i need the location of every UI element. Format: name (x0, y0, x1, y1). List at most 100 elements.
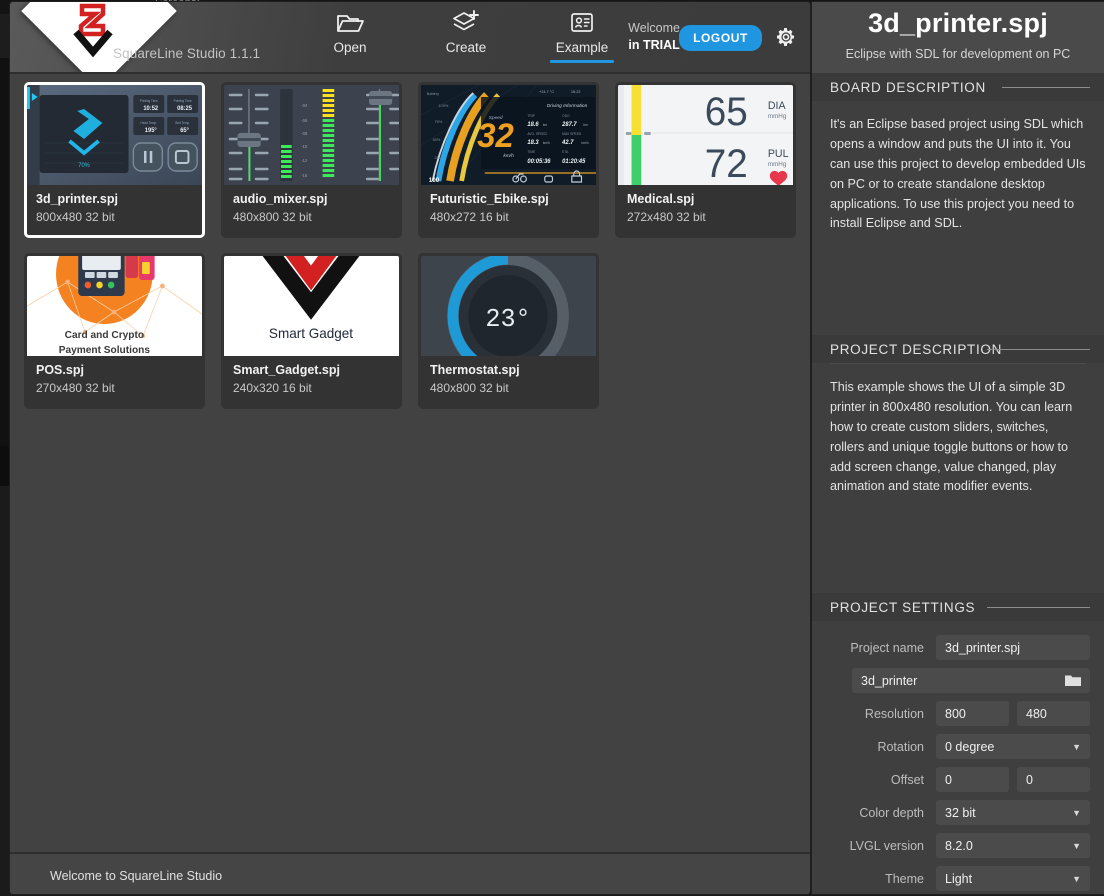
welcome-line1: Welcome (628, 21, 680, 35)
nav-example[interactable]: Example (542, 8, 622, 63)
example-card-subtitle: 480x800 32 bit (430, 381, 509, 395)
welcome-block: Welcome in TRIAL (628, 20, 680, 54)
example-card-subtitle: 480x272 16 bit (430, 210, 509, 224)
layers-plus-icon (451, 8, 481, 38)
offset-y-input[interactable]: 0 (1017, 767, 1090, 792)
nav-open[interactable]: Open (310, 8, 390, 59)
svg-text:-12: -12 (301, 158, 308, 163)
gear-icon[interactable] (776, 27, 796, 47)
example-card-meta: POS.spj 270x480 32 bit (27, 356, 202, 406)
examples-grid: 70% Printing Time 10:52 Printing Time 08… (24, 82, 804, 409)
project-settings-form: Project name 3d_printer.spj 3d_printer R… (812, 621, 1104, 894)
row-lvgl-version: LVGL version 8.2.0 ▼ (826, 833, 1090, 858)
svg-text:-10: -10 (301, 144, 308, 149)
folder-icon[interactable] (1065, 674, 1081, 687)
example-card-subtitle: 480x800 32 bit (233, 210, 312, 224)
statusbar: Welcome to SquareLine Studio (10, 854, 810, 894)
svg-text:10:52: 10:52 (143, 106, 159, 112)
rotation-value: 0 degree (945, 739, 995, 754)
svg-text:Payment Solutions: Payment Solutions (59, 345, 151, 356)
svg-text:01:20:45: 01:20:45 (562, 159, 586, 165)
example-card-pos[interactable]: Card and Crypto Payment Solutions POS.sp… (24, 253, 205, 409)
board-description-body: It's an Eclipse based project using SDL … (812, 101, 1104, 335)
example-card-title: POS.spj (36, 363, 84, 377)
offset-label: Offset (890, 772, 924, 787)
lvgl-version-select[interactable]: 8.2.0 ▼ (936, 833, 1090, 858)
svg-text:-04: -04 (301, 103, 308, 108)
statusbar-message: Welcome to SquareLine Studio (50, 869, 223, 883)
board-description-header: BOARD DESCRIPTION (812, 73, 1104, 101)
lvgl-version-label: LVGL version (849, 838, 924, 853)
window-header: SquareLine Studio 1.1.1 Open Create Exam… (10, 2, 810, 89)
resolution-width-input[interactable]: 800 (936, 701, 1009, 726)
svg-text:-16: -16 (301, 173, 308, 178)
chevron-down-icon: ▼ (1072, 873, 1081, 884)
logout-button[interactable]: LOGOUT (679, 25, 762, 51)
rotation-label: Rotation (877, 739, 924, 754)
svg-text:-08: -08 (301, 131, 308, 136)
rotation-select[interactable]: 0 degree ▼ (936, 734, 1090, 759)
section-rule (987, 607, 1090, 608)
example-card-medical[interactable]: 65 DIA mmHg 72 PUL mmHg Medical.spj 272x… (615, 82, 796, 238)
project-description-text: This example shows the UI of a simple 3D… (830, 380, 1073, 494)
example-card-title: 3d_printer.spj (36, 192, 118, 206)
section-rule (987, 349, 1090, 350)
theme-select[interactable]: Light ▼ (936, 866, 1090, 891)
nav-create-label: Create (445, 40, 487, 55)
svg-text:18.6: 18.6 (527, 122, 539, 128)
svg-text:Smart Gadget: Smart Gadget (269, 326, 353, 341)
svg-text:TRIP: TRIP (527, 114, 535, 118)
nav-create[interactable]: Create (426, 8, 506, 59)
svg-text:Bed Temp.: Bed Temp. (175, 121, 190, 125)
id-card-icon (568, 8, 596, 38)
example-card-meta: Futuristic_Ebike.spj 480x272 16 bit (421, 185, 596, 235)
details-subtitle: Eclipse with SDL for development on PC (845, 47, 1071, 61)
example-card-title: Smart_Gadget.spj (233, 363, 340, 377)
example-card-subtitle: 272x480 32 bit (627, 210, 706, 224)
color-depth-label: Color depth (859, 805, 924, 820)
svg-text:Head Temp.: Head Temp. (141, 121, 158, 125)
row-theme: Theme Light ▼ (826, 866, 1090, 891)
example-thumbnail: 23° (421, 256, 596, 356)
project-path-value: 3d_printer (861, 673, 918, 688)
resolution-height-input[interactable]: 480 (1017, 701, 1090, 726)
project-description-header: PROJECT DESCRIPTION (812, 335, 1104, 363)
svg-text:08:25: 08:25 (177, 106, 193, 112)
example-thumbnail: Card and Crypto Payment Solutions (27, 256, 202, 356)
svg-text:mmHg: mmHg (768, 161, 787, 168)
nav-example-label: Example (555, 40, 609, 55)
color-depth-select[interactable]: 32 bit ▼ (936, 800, 1090, 825)
project-path-input[interactable]: 3d_printer (852, 668, 1090, 693)
project-description-body: This example shows the UI of a simple 3D… (830, 363, 1086, 593)
svg-text:287.7: 287.7 (561, 122, 577, 128)
svg-text:100%: 100% (438, 103, 448, 108)
theme-value: Light (945, 871, 973, 886)
svg-text:50%: 50% (433, 137, 441, 142)
svg-text:15:22: 15:22 (571, 89, 581, 94)
svg-text:65: 65 (705, 89, 748, 134)
example-thumbnail: 65 DIA mmHg 72 PUL mmHg (618, 85, 793, 185)
row-resolution: Resolution 800 480 (826, 701, 1090, 726)
example-card-3d-printer[interactable]: 70% Printing Time 10:52 Printing Time 08… (24, 82, 205, 238)
svg-text:+24.7 °C: +24.7 °C (539, 89, 554, 94)
example-card-meta: Smart_Gadget.spj 240x320 16 bit (224, 356, 399, 406)
project-name-input[interactable]: 3d_printer.spj (936, 635, 1090, 660)
offset-x-input[interactable]: 0 (936, 767, 1009, 792)
project-description-title: PROJECT DESCRIPTION (830, 341, 1003, 357)
board-description-text: It's an Eclipse based project using SDL … (830, 117, 1086, 231)
row-offset: Offset 0 0 (826, 767, 1090, 792)
example-thumbnail: 70% Printing Time 10:52 Printing Time 08… (27, 85, 202, 185)
svg-text:25%: 25% (435, 155, 443, 160)
example-card-audio-mixer[interactable]: -04 -06 -08 -10 -12 -16 audio_mixer.spj … (221, 82, 402, 238)
svg-text:MAX SPEED: MAX SPEED (562, 132, 582, 136)
project-name-label: Project name (850, 640, 924, 655)
svg-text:km/h: km/h (581, 141, 588, 145)
examples-content: 70% Printing Time 10:52 Printing Time 08… (10, 74, 810, 852)
svg-text:42.7: 42.7 (561, 140, 574, 146)
folder-open-icon (336, 8, 364, 38)
example-card-smart-gadget[interactable]: Smart Gadget Smart_Gadget.spj 240x320 16… (221, 253, 402, 409)
svg-text:Printing Time: Printing Time (174, 99, 192, 103)
example-card-futuristic-ebike[interactable]: Battery 100% 75% 50% 25% 0% 100 +24.7 °C 15… (418, 82, 599, 238)
example-card-thermostat[interactable]: 23° Thermostat.spj 480x800 32 bit (418, 253, 599, 409)
section-rule (1002, 87, 1090, 88)
